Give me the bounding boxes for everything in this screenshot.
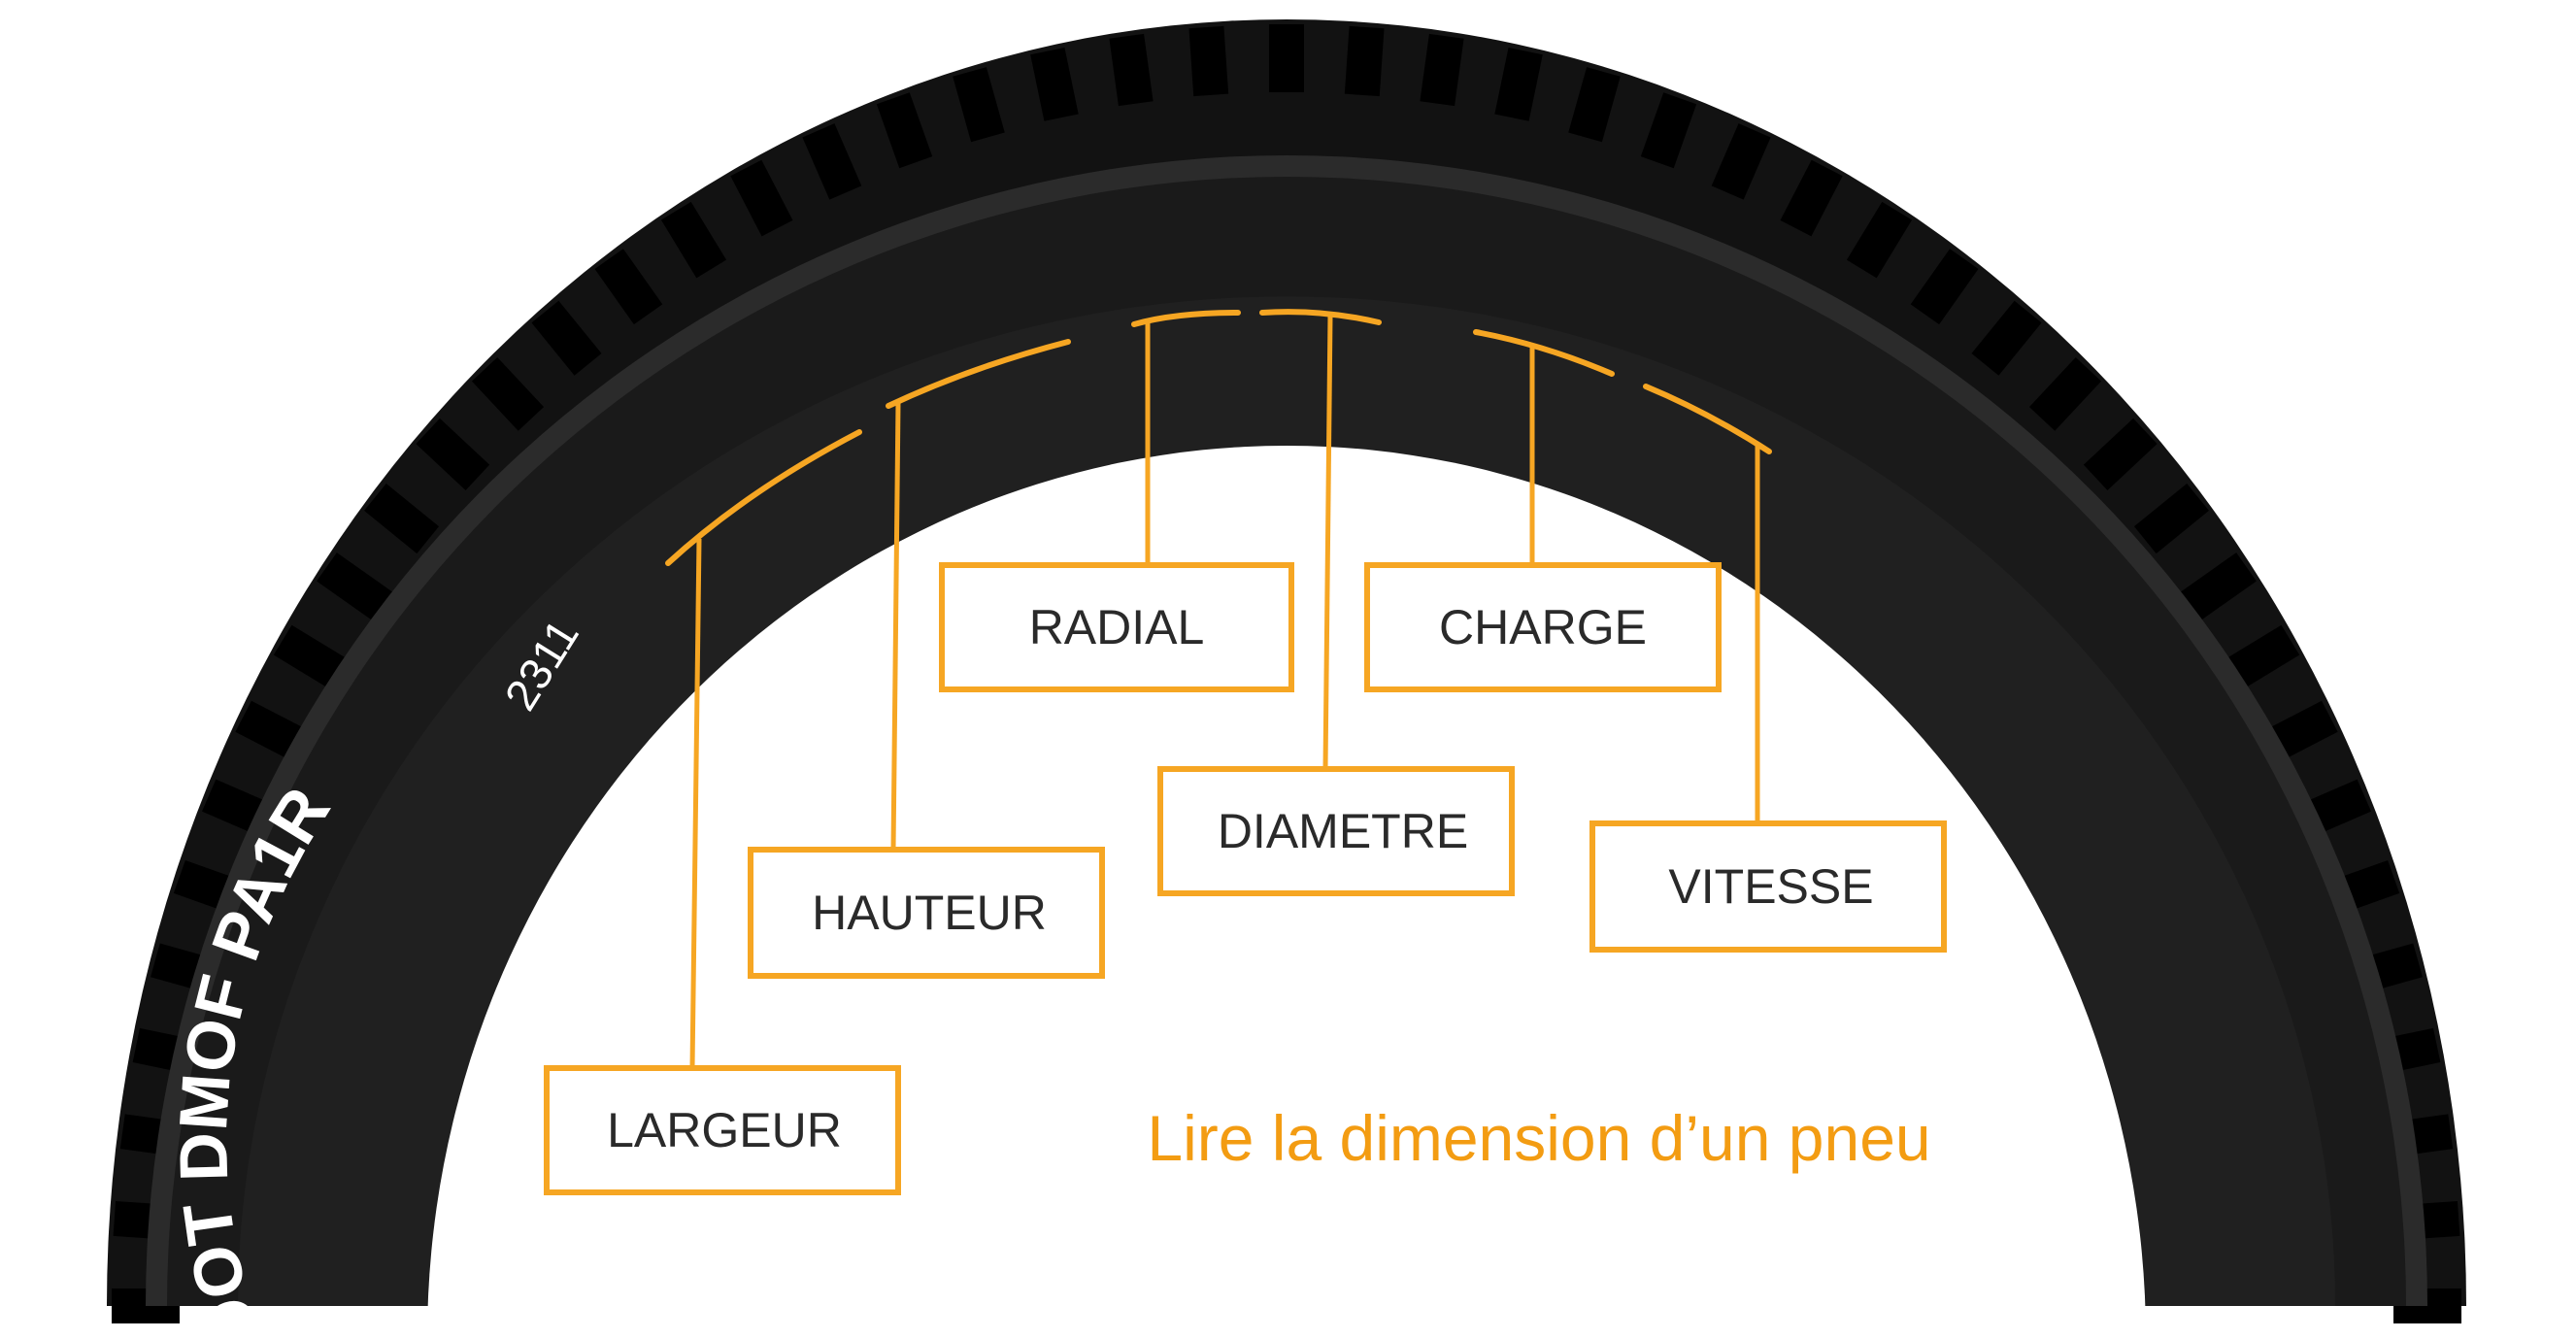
label-diametre: DIAMETRE xyxy=(1218,804,1468,858)
label-charge: CHARGE xyxy=(1439,600,1647,654)
tread-block xyxy=(1188,25,1229,97)
label-radial: RADIAL xyxy=(1029,600,1205,654)
label-vitesse: VITESSE xyxy=(1668,859,1873,914)
tread-block xyxy=(1344,25,1385,97)
tire-size-diagram: DOT DMOF PA1R 2311 225/45 R17 91 W M+S R… xyxy=(107,19,2466,1339)
tread-block xyxy=(1269,24,1304,92)
diagram-title: Lire la dimension d’un pneu xyxy=(1147,1102,1930,1174)
label-hauteur: HAUTEUR xyxy=(812,886,1047,940)
label-largeur: LARGEUR xyxy=(607,1103,842,1157)
